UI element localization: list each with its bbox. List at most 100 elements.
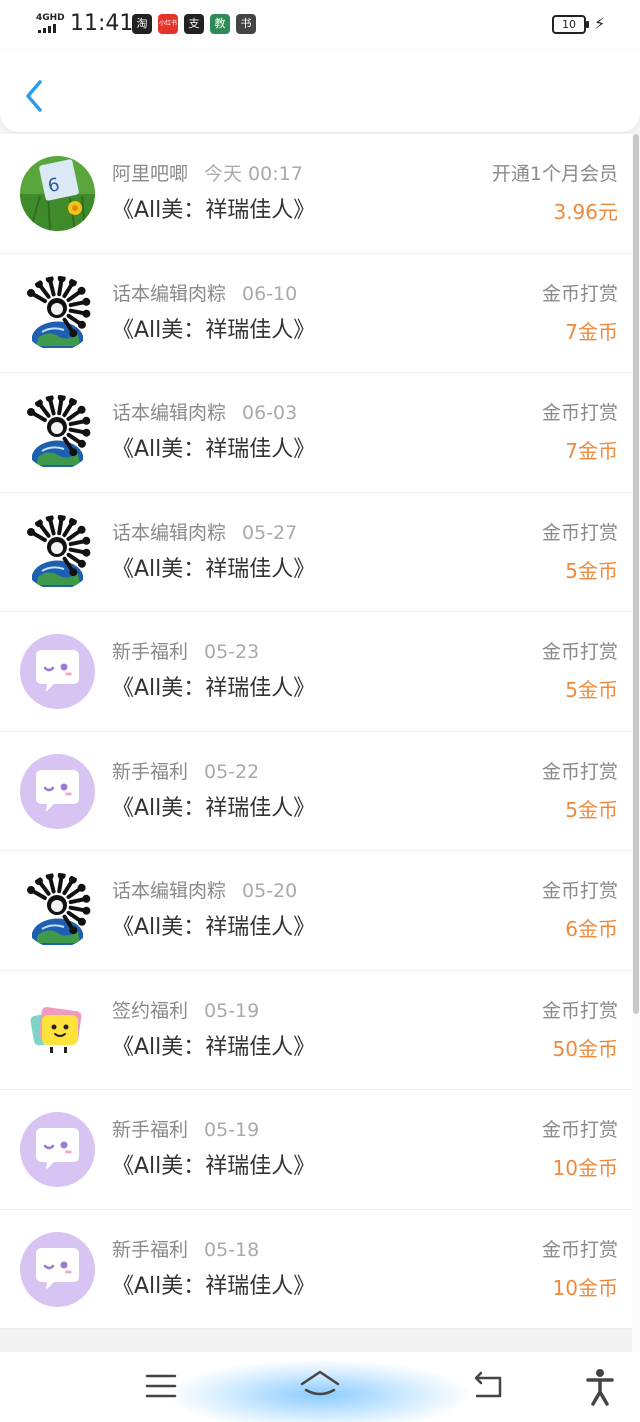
record-row[interactable]: 话本编辑肉粽 05-27 《All美：祥瑞佳人》 金币打赏 5金币: [0, 492, 632, 612]
record-date: 05-20: [242, 880, 298, 902]
user-name[interactable]: 新手福利: [112, 641, 188, 663]
avatar[interactable]: [20, 992, 95, 1068]
avatar[interactable]: [20, 275, 95, 351]
book-title[interactable]: 《All美：祥瑞佳人》: [112, 1273, 315, 1301]
user-name[interactable]: 话本编辑肉粽: [112, 880, 226, 902]
charging-icon: ⚡: [594, 14, 606, 33]
record-date: 05-22: [204, 760, 260, 783]
record-meta: 新手福利 05-23: [112, 640, 259, 664]
record-amount: 7金币: [565, 439, 618, 463]
app-notification-icon: 教: [210, 14, 230, 34]
avatar[interactable]: [20, 1231, 95, 1307]
app-notification-icon: 小红书: [158, 14, 178, 34]
avatar[interactable]: [20, 514, 95, 590]
home-icon[interactable]: [300, 1366, 340, 1406]
book-title[interactable]: 《All美：祥瑞佳人》: [112, 1153, 315, 1181]
record-row[interactable]: 话本编辑肉粽 06-03 《All美：祥瑞佳人》 金币打赏 7金币: [0, 373, 632, 493]
avatar[interactable]: [20, 753, 95, 829]
avatar[interactable]: [20, 873, 95, 948]
record-amount: 5金币: [565, 797, 618, 822]
record-meta: 新手福利 05-19: [112, 1118, 259, 1142]
avatar[interactable]: 6: [20, 156, 95, 231]
record-date: 今天 00:17: [204, 163, 303, 185]
avatar[interactable]: [20, 1112, 95, 1187]
record-type: 开通1个月会员: [491, 163, 618, 185]
avatar[interactable]: [20, 634, 95, 709]
network-indicator: 4GHD: [36, 13, 65, 23]
book-title[interactable]: 《All美：祥瑞佳人》: [112, 795, 315, 823]
book-title[interactable]: 《All美：祥瑞佳人》: [112, 436, 315, 464]
back-icon[interactable]: [468, 1366, 508, 1406]
record-meta: 话本编辑肉粽 05-27: [112, 521, 297, 545]
record-date: 06-03: [242, 402, 298, 424]
user-name[interactable]: 话本编辑肉粽: [112, 402, 226, 424]
book-title[interactable]: 《All美：祥瑞佳人》: [112, 197, 315, 225]
record-type: 金币打赏: [541, 521, 618, 544]
record-date: 06-10: [242, 282, 298, 305]
book-title[interactable]: 《All美：祥瑞佳人》: [112, 1034, 315, 1062]
record-type: 金币打赏: [541, 641, 618, 663]
record-amount: 6金币: [565, 917, 618, 941]
menu-icon[interactable]: [141, 1366, 181, 1406]
record-date: 05-19: [204, 999, 260, 1022]
user-name[interactable]: 话本编辑肉粽: [112, 283, 226, 305]
record-meta: 阿里吧唧 今天 00:17: [112, 162, 303, 186]
app-notification-icon: 淘: [132, 14, 152, 34]
record-date: 05-19: [204, 1119, 260, 1141]
record-type: 金币打赏: [541, 402, 618, 424]
record-amount: 7金币: [565, 319, 618, 344]
record-meta: 话本编辑肉粽 05-20: [112, 879, 297, 903]
record-amount: 5金币: [565, 558, 618, 583]
book-title[interactable]: 《All美：祥瑞佳人》: [112, 914, 315, 942]
scrollbar-thumb[interactable]: [633, 134, 639, 1014]
record-meta: 新手福利 05-22: [112, 760, 259, 784]
signal-icon: [38, 24, 56, 33]
user-name[interactable]: 话本编辑肉粽: [112, 522, 226, 544]
record-row[interactable]: 新手福利 05-18 《All美：祥瑞佳人》 金币打赏 10金币: [0, 1209, 632, 1329]
scrollbar[interactable]: [632, 134, 640, 1422]
record-date: 05-23: [204, 641, 260, 663]
record-meta: 话本编辑肉粽 06-10: [112, 282, 297, 306]
battery-icon: 10: [552, 15, 589, 34]
record-meta: 签约福利 05-19: [112, 999, 259, 1023]
record-row[interactable]: 新手福利 05-22 《All美：祥瑞佳人》 金币打赏 5金币: [0, 731, 632, 851]
record-type: 金币打赏: [541, 1119, 618, 1141]
record-row[interactable]: 话本编辑肉粽 06-10 《All美：祥瑞佳人》 金币打赏 7金币: [0, 253, 632, 373]
record-row[interactable]: 6 阿里吧唧 今天 00:17 《All美：祥瑞佳人》 开通1个月会员 3.96元: [0, 134, 632, 254]
record-row[interactable]: 新手福利 05-19 《All美：祥瑞佳人》 金币打赏 10金币: [0, 1090, 632, 1210]
record-type: 金币打赏: [541, 999, 618, 1022]
record-meta: 新手福利 05-18: [112, 1238, 259, 1262]
record-meta: 话本编辑肉粽 06-03: [112, 401, 297, 425]
book-title[interactable]: 《All美：祥瑞佳人》: [112, 317, 315, 345]
user-name[interactable]: 签约福利: [112, 1000, 188, 1022]
record-type: 金币打赏: [541, 760, 618, 783]
book-title[interactable]: 《All美：祥瑞佳人》: [112, 556, 315, 584]
record-type: 金币打赏: [541, 282, 618, 305]
user-name[interactable]: 新手福利: [112, 1119, 188, 1141]
accessibility-icon[interactable]: [580, 1366, 620, 1406]
chevron-left-icon: [26, 80, 42, 112]
system-nav-bar: [0, 1352, 640, 1422]
user-name[interactable]: 阿里吧唧: [112, 163, 188, 185]
book-title[interactable]: 《All美：祥瑞佳人》: [112, 675, 315, 703]
status-bar: 4GHD 11:41 淘小红书支教书 10 ⚡: [0, 0, 640, 50]
record-amount: 5金币: [565, 678, 618, 702]
record-amount: 3.96元: [553, 200, 618, 224]
back-button[interactable]: [20, 78, 48, 114]
top-bar: [0, 50, 640, 132]
avatar[interactable]: [20, 395, 95, 470]
record-date: 05-18: [204, 1238, 260, 1261]
app-notification-icon: 支: [184, 14, 204, 34]
status-time: 11:41: [70, 11, 134, 36]
record-list: 6 阿里吧唧 今天 00:17 《All美：祥瑞佳人》 开通1个月会员 3.96元话本编辑…: [0, 134, 632, 1329]
record-amount: 10金币: [552, 1275, 618, 1300]
record-row[interactable]: 话本编辑肉粽 05-20 《All美：祥瑞佳人》 金币打赏 6金币: [0, 851, 632, 971]
notification-icons: 淘小红书支教书: [132, 14, 256, 34]
record-type: 金币打赏: [541, 880, 618, 902]
record-date: 05-27: [242, 521, 298, 544]
record-row[interactable]: 新手福利 05-23 《All美：祥瑞佳人》 金币打赏 5金币: [0, 612, 632, 732]
user-name[interactable]: 新手福利: [112, 1239, 188, 1261]
user-name[interactable]: 新手福利: [112, 761, 188, 783]
record-row[interactable]: 签约福利 05-19 《All美：祥瑞佳人》 金币打赏 50金币: [0, 970, 632, 1090]
record-amount: 50金币: [552, 1036, 618, 1061]
